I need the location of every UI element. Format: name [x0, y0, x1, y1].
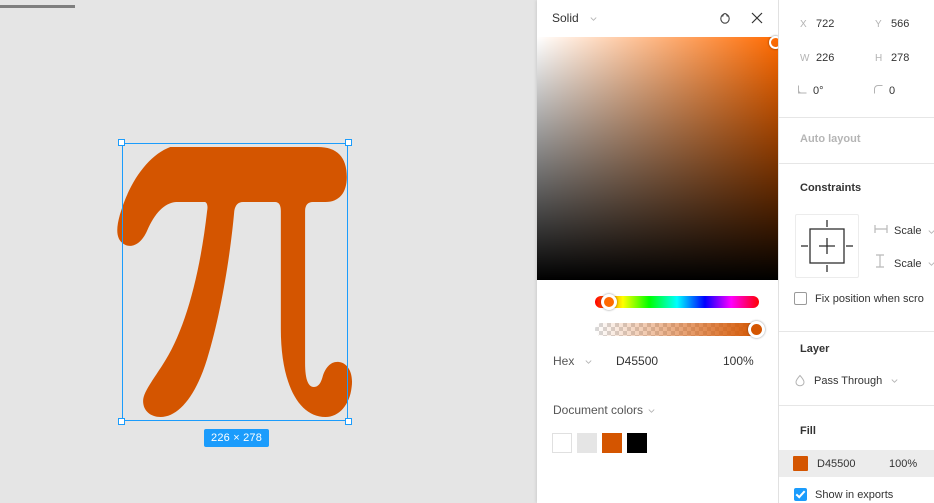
fix-position-row[interactable]: Fix position when scro [794, 292, 924, 305]
show-in-exports-row[interactable]: Show in exports [794, 488, 893, 501]
hue-slider[interactable] [595, 296, 759, 308]
hue-slider-handle[interactable] [601, 294, 617, 310]
resize-handle-top-left[interactable] [118, 139, 125, 146]
rotation-value: 0° [813, 85, 824, 97]
horizontal-constraint-select[interactable]: Scale [874, 222, 934, 240]
corner-radius-value: 0 [889, 85, 896, 97]
document-color-swatch[interactable] [577, 433, 597, 453]
y-position-icon: Y [875, 18, 882, 30]
fill-entry-row[interactable]: D45500 100% [779, 450, 934, 477]
document-color-swatch[interactable] [552, 433, 572, 453]
height-value: 278 [891, 52, 910, 64]
alpha-slider-handle[interactable] [748, 321, 765, 338]
x-position-value: 722 [816, 18, 835, 30]
color-picker-panel: Solid Hex D45500 100% Document colors [537, 0, 778, 503]
auto-layout-title[interactable]: Auto layout [800, 133, 861, 145]
width-value: 226 [816, 52, 835, 64]
corner-radius-field[interactable]: 0 [873, 84, 895, 98]
paint-type-label[interactable]: Solid [552, 11, 579, 25]
rotation-field[interactable]: 0° [797, 84, 824, 98]
size-row: W 226 H 278 [779, 52, 934, 74]
fill-color-swatch[interactable] [793, 456, 808, 471]
horizontal-constraint-value: Scale [894, 225, 922, 237]
divider [779, 163, 934, 164]
hex-input-row: Hex D45500 100% [537, 354, 778, 372]
fix-position-label: Fix position when scro [815, 292, 924, 305]
vertical-constraint-icon [876, 254, 884, 268]
reset-icon[interactable] [717, 10, 733, 26]
height-icon: H [875, 52, 883, 64]
selected-object[interactable] [117, 139, 353, 425]
corner-radius-icon [874, 85, 883, 94]
x-position-icon: X [800, 18, 807, 30]
fill-title: Fill [800, 425, 816, 437]
resize-handle-bottom-right[interactable] [345, 418, 352, 425]
fill-hex-value[interactable]: D45500 [817, 458, 856, 470]
ruler-bar [0, 5, 75, 8]
divider [779, 117, 934, 118]
document-color-swatch[interactable] [602, 433, 622, 453]
show-in-exports-label: Show in exports [815, 488, 894, 501]
alpha-value-input[interactable]: 100% [723, 354, 754, 368]
chevron-down-icon[interactable] [890, 376, 899, 385]
chevron-down-icon[interactable] [584, 357, 593, 366]
divider [779, 405, 934, 406]
resize-handle-bottom-left[interactable] [118, 418, 125, 425]
selection-bounding-box [122, 143, 348, 421]
position-row: X 722 Y 566 [779, 18, 934, 40]
constraints-widget[interactable] [795, 214, 859, 278]
chevron-down-icon[interactable] [927, 259, 934, 268]
fill-opacity-value[interactable]: 100% [889, 458, 917, 470]
height-field[interactable]: H 278 [875, 52, 909, 64]
y-position-value: 566 [891, 18, 910, 30]
fix-position-checkbox[interactable] [794, 292, 807, 305]
blend-mode-select[interactable]: Pass Through [794, 374, 899, 387]
layer-title: Layer [800, 343, 830, 355]
alpha-slider[interactable] [595, 323, 759, 336]
chevron-down-icon[interactable] [647, 406, 656, 415]
saturation-value-handle[interactable] [769, 36, 778, 49]
y-position-field[interactable]: Y 566 [875, 18, 909, 30]
width-field[interactable]: W 226 [800, 52, 834, 64]
chevron-down-icon[interactable] [927, 227, 934, 236]
show-in-exports-checkbox[interactable] [794, 488, 807, 501]
width-icon: W [800, 52, 810, 64]
x-position-field[interactable]: X 722 [800, 18, 834, 30]
color-picker-header: Solid [537, 0, 778, 37]
constraints-diagram-icon[interactable] [796, 215, 858, 277]
saturation-value-field[interactable] [537, 37, 778, 280]
vertical-constraint-select[interactable]: Scale [874, 254, 934, 273]
alpha-slider-fill [595, 323, 759, 336]
blend-mode-icon [795, 374, 805, 387]
vertical-constraint-value: Scale [894, 257, 922, 270]
rotation-corner-row: 0° 0 [779, 84, 934, 106]
close-icon[interactable] [749, 10, 765, 26]
figma-editor-window: 226 × 278 Solid Hex D45500 100% Document… [0, 0, 934, 503]
horizontal-constraint-icon [874, 225, 888, 233]
rotation-icon [798, 85, 807, 94]
chevron-down-icon[interactable] [589, 14, 598, 23]
constraints-title: Constraints [800, 182, 862, 194]
resize-handle-top-right[interactable] [345, 139, 352, 146]
document-color-swatch[interactable] [627, 433, 647, 453]
design-canvas[interactable]: 226 × 278 [0, 0, 537, 503]
hex-value-input[interactable]: D45500 [616, 354, 658, 368]
selection-size-badge: 226 × 278 [204, 429, 270, 447]
color-format-label[interactable]: Hex [553, 354, 574, 368]
document-colors-label[interactable]: Document colors [553, 403, 643, 417]
divider [779, 331, 934, 332]
blend-mode-value: Pass Through [814, 374, 883, 387]
document-colors-swatch-list [552, 433, 647, 453]
